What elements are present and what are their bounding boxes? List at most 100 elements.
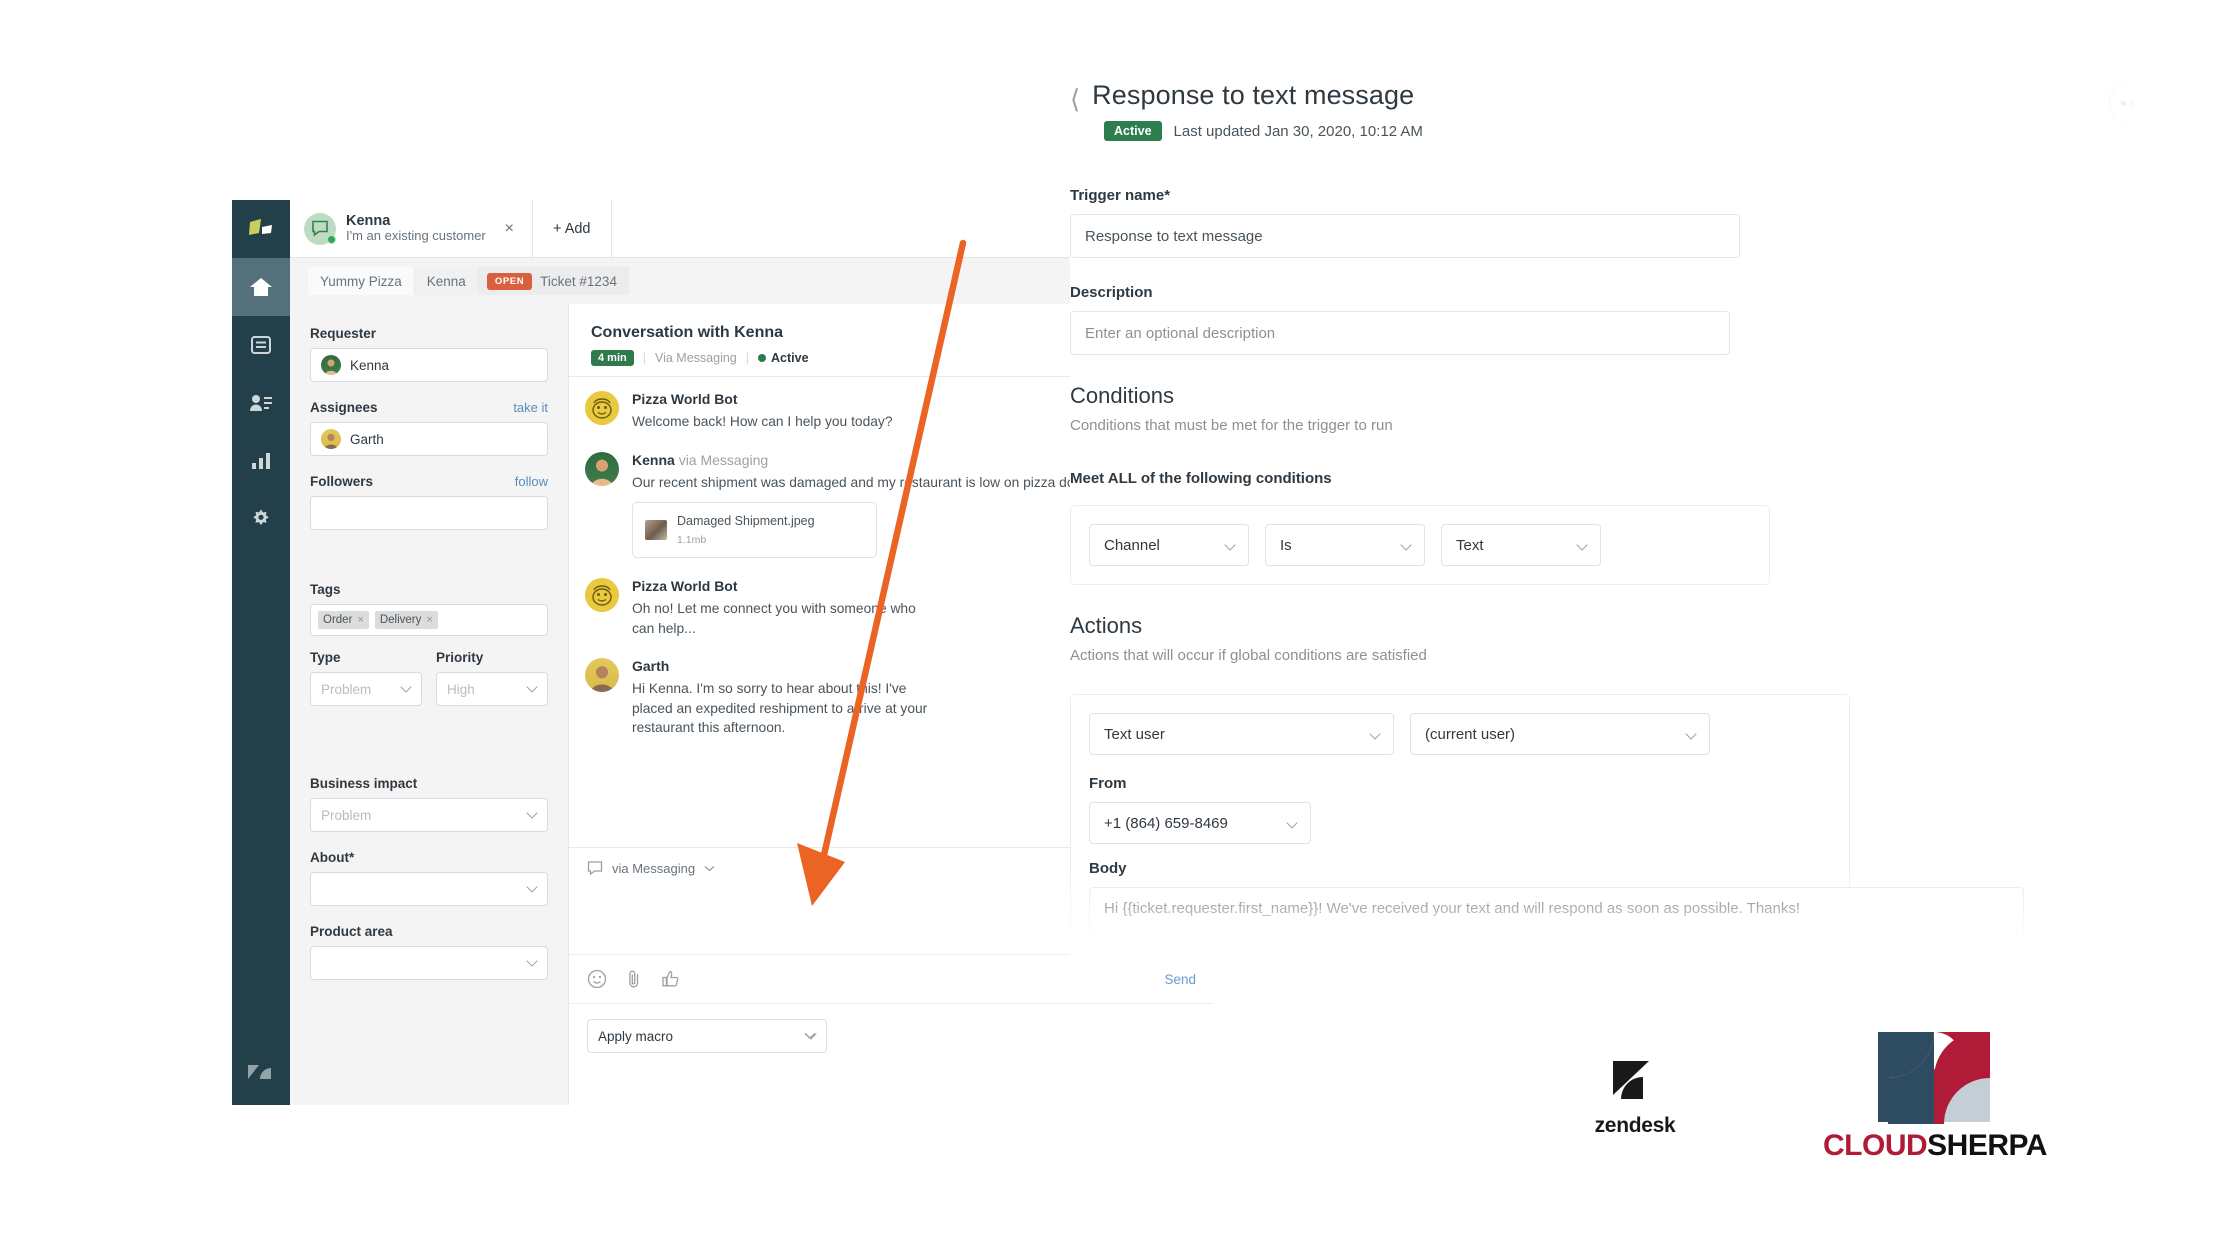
from-select[interactable]: +1 (864) 659-8469	[1089, 802, 1311, 844]
apply-macro-label: Apply macro	[598, 1028, 674, 1044]
sidebar-item-customers[interactable]	[232, 374, 290, 432]
paperclip-icon[interactable]	[627, 968, 641, 990]
chevron-left-icon[interactable]: ⟨	[1070, 86, 1080, 112]
type-select[interactable]: Problem	[310, 672, 422, 706]
tag-chip[interactable]: Order ×	[318, 611, 369, 629]
cloudsherpa-wordmark: CLOUDSHERPA	[1805, 1129, 2065, 1163]
trigger-name-label: Trigger name*	[1070, 187, 1171, 204]
action-type-select[interactable]: Text user	[1089, 713, 1394, 755]
sidebar-item-admin[interactable]	[232, 490, 290, 548]
condition-row: Channel Is Text	[1070, 505, 1770, 585]
description-input[interactable]: Enter an optional description	[1070, 311, 1730, 355]
priority-value: High	[447, 681, 475, 697]
description-label: Description	[1070, 284, 1153, 301]
last-updated: Last updated Jan 30, 2020, 10:12 AM	[1173, 122, 1423, 140]
followers-label: Followers	[310, 474, 374, 489]
thumbs-up-icon[interactable]	[661, 969, 681, 989]
chat-bubble-icon	[587, 861, 603, 876]
priority-select[interactable]: High	[436, 672, 548, 706]
products-logo-icon	[249, 219, 272, 235]
followers-field[interactable]	[310, 496, 548, 530]
emoji-icon[interactable]	[587, 969, 607, 989]
business-impact-label: Business impact	[310, 776, 418, 791]
breadcrumb-ticket[interactable]: OPEN Ticket #1234	[478, 267, 629, 295]
customers-icon	[250, 395, 272, 411]
attachment-card[interactable]: Damaged Shipment.jpeg 1.1mb	[632, 502, 877, 559]
assignees-value: Garth	[350, 431, 384, 447]
wordmark-cloud: CLOUD	[1823, 1129, 1928, 1162]
tags-field[interactable]: Order × Delivery ×	[310, 604, 548, 636]
sidebar-item-reporting[interactable]	[232, 432, 290, 490]
requester-field[interactable]: Kenna	[310, 348, 548, 382]
zendesk-wordmark: zendesk	[1594, 1114, 1676, 1137]
business-impact-select[interactable]: Problem	[310, 798, 548, 832]
status-badge: OPEN	[486, 272, 533, 290]
condition-value-select[interactable]: Text	[1441, 524, 1601, 566]
message-via: via Messaging	[678, 451, 769, 468]
remove-tag-icon[interactable]: ×	[357, 614, 363, 626]
add-tab-button[interactable]: + Add	[533, 200, 612, 257]
product-area-select[interactable]	[310, 946, 548, 980]
tags-label: Tags	[310, 582, 341, 597]
meet-all-label: Meet ALL of the following conditions	[1070, 470, 1332, 487]
attachment-thumbnail-icon	[645, 520, 667, 541]
nav-products-logo[interactable]	[232, 200, 290, 258]
cloudsherpa-mark-icon	[1878, 1032, 1990, 1124]
sidebar-item-home[interactable]	[232, 258, 290, 316]
description-placeholder: Enter an optional description	[1085, 324, 1276, 342]
action-target-select[interactable]: (current user)	[1410, 713, 1710, 755]
close-icon[interactable]: ×	[501, 220, 518, 238]
wordmark-sherpa: SHERPA	[1927, 1129, 2047, 1162]
ticket-properties-panel: Requester Kenna Assignees take it Garth	[290, 304, 568, 1105]
send-button[interactable]: Send	[1164, 972, 1196, 987]
condition-field-select[interactable]: Channel	[1089, 524, 1249, 566]
gear-icon	[253, 509, 269, 526]
follow-link[interactable]: follow	[515, 474, 548, 489]
channel-label: via Messaging	[612, 861, 696, 876]
apply-macro-select[interactable]: Apply macro	[587, 1019, 827, 1053]
zendesk-mark-icon	[1613, 1061, 1649, 1099]
ticket-tab-kenna[interactable]: Kenna I'm an existing customer ×	[290, 200, 533, 257]
requester-value: Kenna	[350, 357, 390, 373]
about-select[interactable]	[310, 872, 548, 906]
conditions-subtitle: Conditions that must be met for the trig…	[1070, 417, 1393, 434]
bot-face-icon	[585, 391, 619, 425]
action-row: Text user (current user) From +1 (864) 6…	[1070, 694, 2024, 958]
trigger-status-row: Active Last updated Jan 30, 2020, 10:12 …	[1104, 121, 2155, 141]
take-it-link[interactable]: take it	[513, 400, 548, 415]
priority-label: Priority	[436, 650, 484, 665]
screenshot-canvas: Kenna I'm an existing customer × + Add Y…	[0, 0, 2240, 1260]
condition-operator-select[interactable]: Is	[1265, 524, 1425, 566]
type-value: Problem	[321, 681, 372, 697]
product-area-label: Product area	[310, 924, 393, 939]
tag-label: Delivery	[379, 614, 422, 626]
type-label: Type	[310, 650, 341, 665]
breadcrumb-org[interactable]: Yummy Pizza	[308, 267, 415, 295]
duration-badge: 4 min	[591, 350, 634, 366]
more-options-button[interactable]	[2109, 80, 2155, 126]
trigger-editor-screenshot: ⟨ Response to text message Active Last u…	[1070, 80, 2155, 960]
body-textarea[interactable]: Hi {{ticket.requester.first_name}}! We'v…	[1089, 887, 2024, 957]
remove-tag-icon[interactable]: ×	[426, 614, 432, 626]
meta-divider: |	[745, 351, 749, 365]
breadcrumb-requester[interactable]: Kenna	[414, 267, 479, 295]
ellipsis-dot	[2120, 100, 2126, 106]
about-label: About*	[310, 850, 355, 865]
home-icon	[250, 278, 272, 296]
meta-divider: |	[642, 351, 646, 365]
zendesk-agent-workspace-screenshot: Kenna I'm an existing customer × + Add Y…	[232, 200, 1214, 1105]
trigger-name-input[interactable]: Response to text message	[1070, 214, 1740, 258]
chevron-down-icon	[804, 1032, 816, 1039]
conversation-status: Active	[758, 351, 809, 365]
from-label: From	[1089, 775, 1127, 792]
trigger-header: ⟨ Response to text message	[1070, 80, 2155, 112]
tab-avatar	[304, 212, 336, 245]
reporting-icon	[252, 453, 270, 469]
attachment-name: Damaged Shipment.jpeg	[677, 514, 815, 529]
tag-chip[interactable]: Delivery ×	[374, 611, 438, 629]
bot-avatar	[585, 578, 619, 613]
ellipsis-dot	[2129, 100, 2135, 106]
conversation-channel: Via Messaging	[654, 351, 737, 365]
sidebar-item-views[interactable]	[232, 316, 290, 374]
assignees-field[interactable]: Garth	[310, 422, 548, 456]
